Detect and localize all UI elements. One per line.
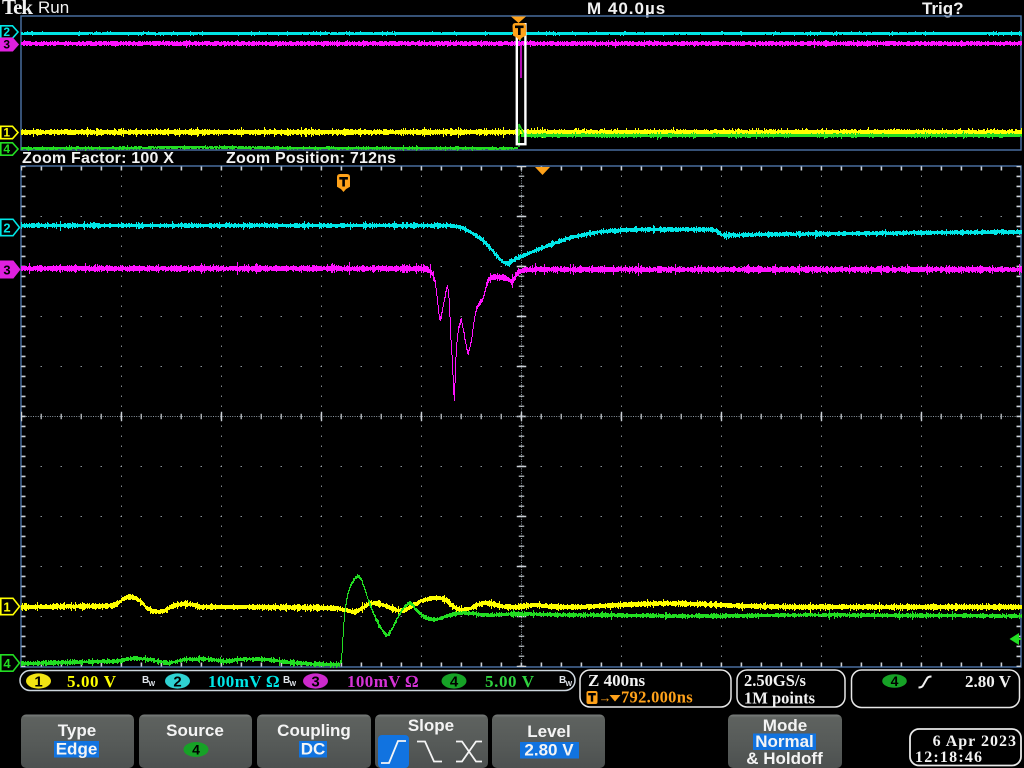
svg-text:2.50GS/s: 2.50GS/s xyxy=(744,671,806,690)
svg-text:Edge: Edge xyxy=(56,740,98,759)
svg-text:Type: Type xyxy=(58,721,96,740)
svg-text:→: → xyxy=(599,690,612,705)
svg-text:2: 2 xyxy=(173,674,181,691)
svg-text:Slope: Slope xyxy=(408,716,454,735)
svg-text:2: 2 xyxy=(3,221,10,236)
svg-text:4: 4 xyxy=(891,673,899,689)
svg-text:DC: DC xyxy=(301,740,326,759)
svg-text:4: 4 xyxy=(3,142,10,156)
svg-text:100mV Ω: 100mV Ω xyxy=(208,672,280,691)
svg-text:W: W xyxy=(290,681,297,688)
svg-text:792.000ns: 792.000ns xyxy=(621,688,693,707)
svg-text:2.80 V: 2.80 V xyxy=(524,741,574,760)
svg-text:Level: Level xyxy=(527,722,570,741)
svg-text:Run: Run xyxy=(38,0,69,17)
svg-text:4: 4 xyxy=(3,656,11,671)
svg-text:6 Apr 2023: 6 Apr 2023 xyxy=(933,733,1017,750)
svg-text:5.00 V: 5.00 V xyxy=(67,672,117,691)
svg-text:12:18:46: 12:18:46 xyxy=(915,749,983,766)
svg-text:4: 4 xyxy=(192,742,200,758)
svg-text:1: 1 xyxy=(3,126,10,140)
svg-text:3: 3 xyxy=(3,38,10,52)
svg-text:W: W xyxy=(149,681,156,688)
svg-text:Coupling: Coupling xyxy=(277,721,351,740)
svg-text:5.00 V: 5.00 V xyxy=(485,672,535,691)
svg-text:2.80 V: 2.80 V xyxy=(965,672,1012,691)
svg-text:Zoom Position: 712ns: Zoom Position: 712ns xyxy=(226,150,396,167)
svg-text:3: 3 xyxy=(311,674,319,691)
svg-text:& Holdoff: & Holdoff xyxy=(746,749,823,768)
svg-text:Zoom Factor: 100 X: Zoom Factor: 100 X xyxy=(22,150,174,167)
svg-text:Source: Source xyxy=(166,721,224,740)
svg-text:3: 3 xyxy=(3,263,10,278)
svg-text:1M points: 1M points xyxy=(744,689,816,708)
svg-text:W: W xyxy=(566,681,573,688)
svg-text:1: 1 xyxy=(3,600,10,615)
svg-text:1: 1 xyxy=(34,674,42,691)
svg-text:100mV Ω: 100mV Ω xyxy=(347,672,419,691)
svg-text:4: 4 xyxy=(450,674,459,691)
